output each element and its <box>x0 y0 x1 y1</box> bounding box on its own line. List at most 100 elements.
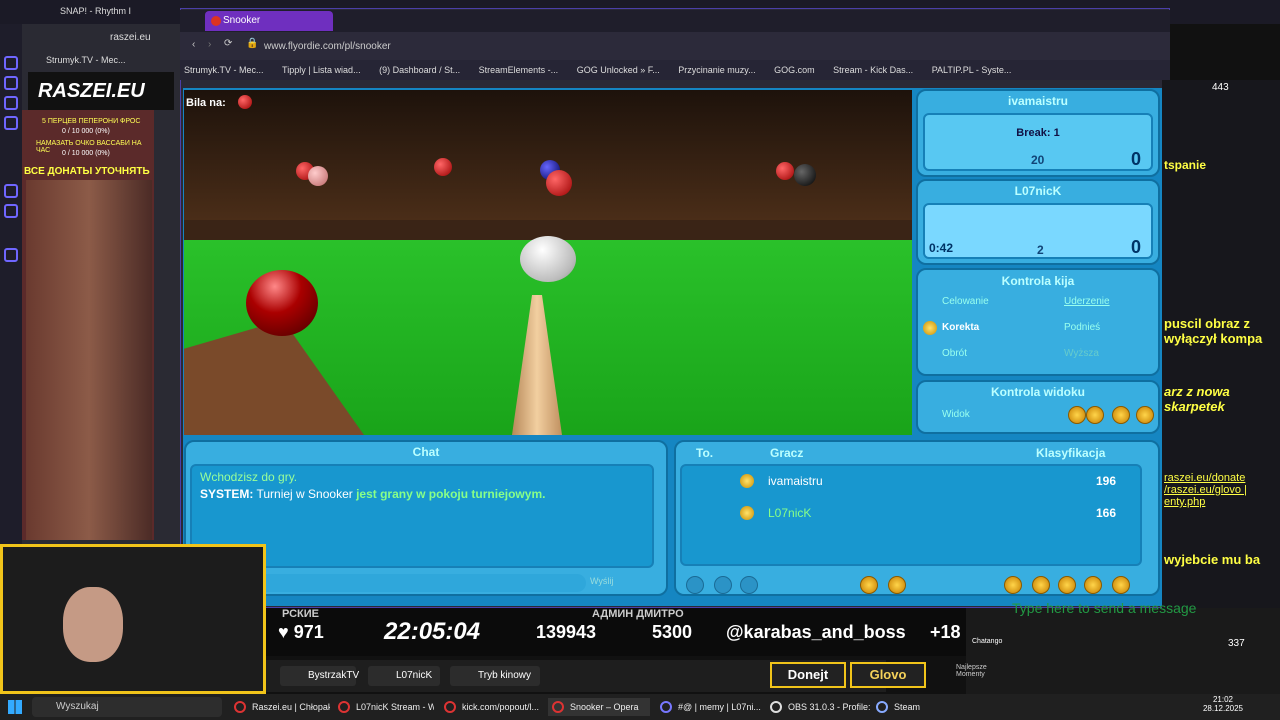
option-rotate[interactable]: Obrót <box>942 348 967 359</box>
clock-icon[interactable] <box>4 204 18 218</box>
player2-name: L07nicK <box>1014 184 1062 198</box>
chat-bubble-icon[interactable] <box>1058 576 1076 594</box>
twitch-chat: tspanie puscil obraz z wyłączył kompa ar… <box>1162 80 1280 625</box>
taskbar-search[interactable]: Wyszukaj <box>32 697 222 717</box>
taskbar-item-5[interactable]: OBS 31.0.3 - Profile:... <box>766 698 870 716</box>
room-wall <box>184 90 912 220</box>
option-higher[interactable]: Wyższa <box>1064 348 1099 359</box>
chat-msg-4[interactable]: raszei.eu/donate /raszei.eu/glovo | enty… <box>1164 472 1280 508</box>
bookmark-5[interactable]: Przycinanie muzy... <box>678 60 755 80</box>
col-rank: Klasyfikacja <box>1036 446 1106 460</box>
stream-clock: 22:05:04 <box>384 618 481 645</box>
exit-table-icon[interactable] <box>1004 576 1022 594</box>
instagram-icon[interactable] <box>4 76 18 90</box>
raszei-logo: RASZEI.EU <box>28 72 174 110</box>
glovo-button[interactable]: Glovo <box>850 662 926 688</box>
telegram-icon[interactable] <box>4 116 18 130</box>
chat-msg-5: wyjebcie mu ba <box>1164 552 1261 567</box>
player-row-name-1[interactable]: ivamaistru <box>768 474 823 488</box>
bookmark-3[interactable]: StreamElements -... <box>479 60 559 80</box>
taskbar-item-2[interactable]: kick.com/popout/l... <box>440 698 544 716</box>
bookmark-8[interactable]: PALTIP.PL - Syste... <box>932 60 1012 80</box>
volume-count: 337 <box>1228 638 1245 649</box>
url-field[interactable]: www.flyordie.com/pl/snooker <box>264 41 391 52</box>
tab-bystrzak[interactable]: BystrzakTV <box>280 666 359 686</box>
settings-icon[interactable] <box>4 248 18 262</box>
zoom-player-icon[interactable] <box>686 576 704 594</box>
best-moments-button[interactable]: Najlepsze Momenty <box>934 664 998 686</box>
turn-timer: 0:42 <box>929 241 954 255</box>
discord-icon <box>660 701 672 713</box>
profile-icon[interactable] <box>714 576 732 594</box>
selected-radio-icon <box>923 321 937 335</box>
option-strike[interactable]: Uderzenie <box>1064 296 1110 307</box>
player2-score-box: 0:42 2 0 <box>923 203 1153 259</box>
ticker-top-mid: АДМИН ДМИТРО <box>592 608 684 620</box>
option-aim[interactable]: Celowanie <box>942 296 989 307</box>
system-label: SYSTEM: <box>200 487 254 501</box>
bookmark-7[interactable]: Stream - Kick Das... <box>833 60 913 80</box>
snap-tab[interactable]: SNAP! - Rhythm I <box>60 6 131 16</box>
reload-icon[interactable]: ⟳ <box>224 38 232 49</box>
bookmark-1[interactable]: Tipply | Lista wiad... <box>282 60 361 80</box>
whatsapp-icon[interactable] <box>4 96 18 110</box>
zoom-icon[interactable] <box>1068 406 1086 424</box>
sound-icon[interactable] <box>888 576 906 594</box>
snooker-favicon <box>211 16 221 26</box>
pink-ball <box>308 166 328 186</box>
option-raise[interactable]: Podnieś <box>1064 322 1100 333</box>
person-icon[interactable] <box>740 576 758 594</box>
taskbar-item-1[interactable]: L07nicK Stream - W... <box>334 698 434 716</box>
option-spin-correction[interactable]: Korekta <box>942 322 979 333</box>
tab-l07nick[interactable]: L07nicK <box>368 666 440 686</box>
chat-msg-3: arz z nowa skarpetek <box>1164 384 1230 414</box>
col-player: Gracz <box>770 446 804 460</box>
settings-game-icon[interactable] <box>860 576 878 594</box>
pan-icon[interactable] <box>1112 406 1130 424</box>
chat-message-input[interactable]: Type here to send a message <box>1012 600 1196 616</box>
red-ball <box>246 270 318 336</box>
bookmark-6[interactable]: GOG.com <box>774 60 815 80</box>
obs-icon <box>770 701 782 713</box>
taskbar-item-6[interactable]: Steam <box>872 698 932 716</box>
tab-cinema-mode[interactable]: Tryb kinowy <box>450 666 540 686</box>
cue-control-panel: Kontrola kija Celowanie Uderzenie Korekt… <box>916 268 1160 376</box>
screen: SNAP! - Rhythm I raszei.eu Strumyk.TV - … <box>0 0 1280 720</box>
taskbar-item-0[interactable]: Raszei.eu | Chłopak... <box>230 698 330 716</box>
player-row-name-2[interactable]: L07nicK <box>768 506 811 520</box>
back-icon[interactable]: ‹ <box>192 39 195 50</box>
bookmark-0[interactable]: Strumyk.TV - Mec... <box>184 60 264 80</box>
ball-on-icon <box>238 95 252 109</box>
donate-button[interactable]: Donejt <box>770 662 846 688</box>
player2-panel: L07nicK 0:42 2 0 <box>916 179 1160 265</box>
left-tab[interactable]: Strumyk.TV - Mec... <box>46 55 126 65</box>
taskbar-item-3[interactable]: Snooker – Opera <box>548 698 650 716</box>
taskbar-item-4[interactable]: #@ | memy | L07ni... <box>656 698 762 716</box>
top-view-icon[interactable] <box>1136 406 1154 424</box>
bookmarks-bar: Strumyk.TV - Mec... Tipply | Lista wiad.… <box>180 60 1170 80</box>
view-control-title: Kontrola widoku <box>991 385 1085 399</box>
system-text-green: jest grany w pokoju turniejowym. <box>356 487 546 501</box>
left-address[interactable]: raszei.eu <box>110 32 151 43</box>
bookmark-4[interactable]: GOG Unlocked » F... <box>577 60 660 80</box>
donation-rate: ♥ 971 <box>278 622 324 642</box>
bookmark-2[interactable]: (9) Dashboard / St... <box>379 60 460 80</box>
trophy-icon[interactable] <box>1032 576 1050 594</box>
forward-icon[interactable]: › <box>208 39 211 50</box>
system-text: Turniej w Snooker <box>256 487 353 501</box>
messenger-icon[interactable] <box>4 56 18 70</box>
windows-start-icon[interactable] <box>8 700 22 714</box>
tab-snooker[interactable]: Snooker <box>205 11 333 31</box>
option-view[interactable]: Widok <box>942 409 970 420</box>
help-icon[interactable] <box>1084 576 1102 594</box>
send-button[interactable]: Wyślij <box>590 576 613 586</box>
leave-icon[interactable] <box>1112 576 1130 594</box>
player1-break-pts: 20 <box>1031 153 1045 167</box>
goal-line-1: 5 ПЕРЦЕВ ПЕПЕРОНИ ФРОС <box>42 118 141 125</box>
channel-handle: @karabas_and_boss <box>726 622 906 642</box>
history-icon[interactable] <box>4 184 18 198</box>
zoom-out-icon[interactable] <box>1086 406 1104 424</box>
stream-ticker: РСКИЕ АДМИН ДМИТРО ♥ 971 22:05:04 139943… <box>266 608 966 656</box>
snooker-table-view[interactable] <box>184 90 912 435</box>
player1-score-box: Break: 1 20 0 <box>923 113 1153 171</box>
